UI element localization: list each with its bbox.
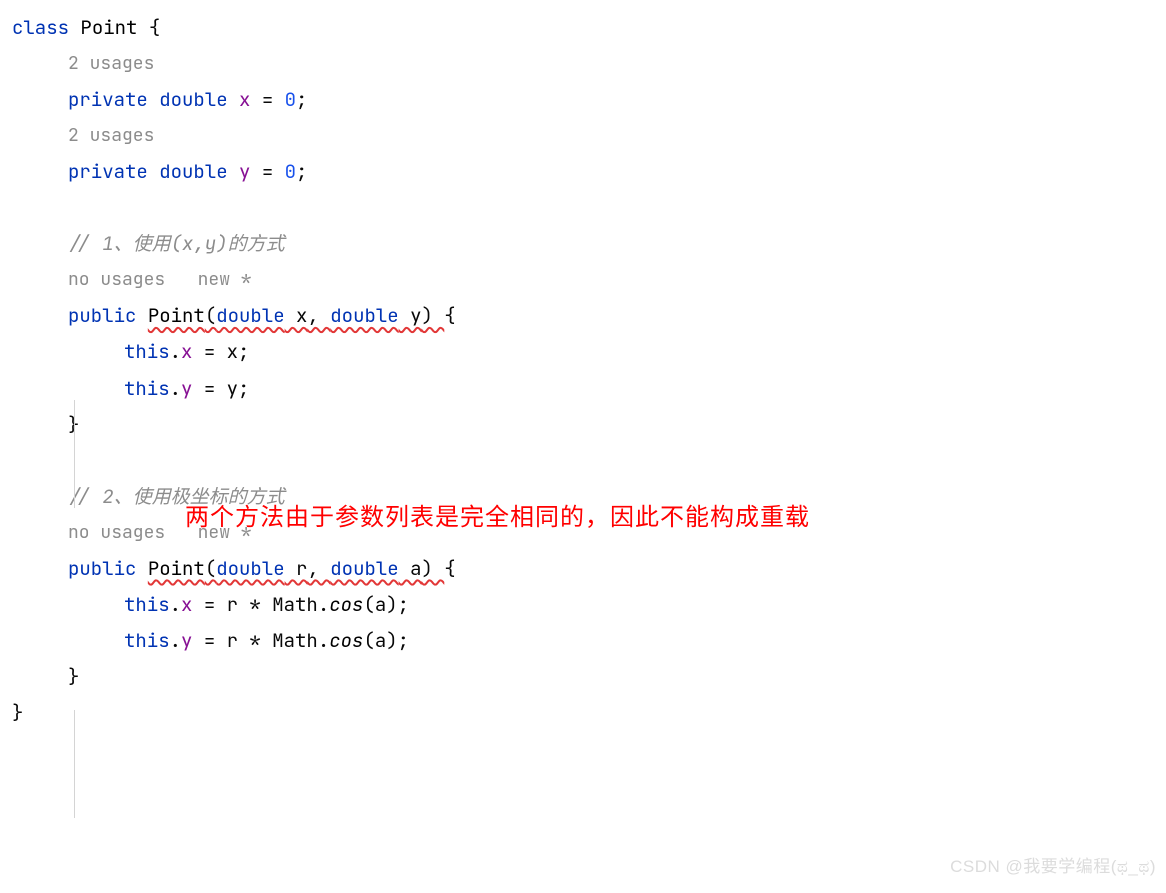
- number-literal: 0: [285, 154, 296, 190]
- inlay-hint-usages[interactable]: 2 usages: [12, 118, 1166, 154]
- param-a: a: [399, 551, 422, 587]
- brace-open: {: [444, 298, 455, 334]
- comma: ,: [307, 551, 330, 587]
- paren-open: (: [205, 551, 216, 587]
- brace-close: }: [12, 659, 1166, 695]
- keyword-double: double: [216, 298, 284, 334]
- code-line-constructor-2: public Point(double r, double a) {: [12, 551, 1166, 587]
- comma: ,: [307, 298, 330, 334]
- keyword-double: double: [330, 298, 398, 334]
- field-name: x: [239, 82, 250, 118]
- code-line-assign-x: this.x = x;: [12, 334, 1166, 370]
- inlay-hint-no-usages[interactable]: no usages new *: [12, 262, 1166, 298]
- class-name: Point: [69, 10, 149, 46]
- field-name: y: [239, 154, 250, 190]
- code-line-constructor-1: public Point(double x, double y) {: [12, 298, 1166, 334]
- comment-line: // 1、使用(x,y)的方式: [12, 226, 1166, 262]
- annotation-overlay: 两个方法由于参数列表是完全相同的，因此不能构成重载: [185, 495, 810, 541]
- param-x: x: [285, 298, 308, 334]
- static-method-cos: cos: [329, 623, 363, 659]
- static-method-cos: cos: [329, 587, 363, 623]
- indent-guide: [74, 710, 75, 818]
- brace-open: {: [444, 551, 455, 587]
- keyword-private: private: [68, 82, 148, 118]
- blank-line: [12, 443, 1166, 479]
- keyword-this: this: [124, 587, 170, 623]
- keyword-public: public: [68, 551, 136, 587]
- keyword-public: public: [68, 298, 136, 334]
- blank-line: [12, 190, 1166, 226]
- code-line-field-y: private double y = 0;: [12, 154, 1166, 190]
- keyword-private: private: [68, 154, 148, 190]
- keyword-this: this: [124, 623, 170, 659]
- param-y: y: [399, 298, 422, 334]
- keyword-double: double: [159, 154, 227, 190]
- paren-open: (: [205, 298, 216, 334]
- inlay-hint-usages[interactable]: 2 usages: [12, 46, 1166, 82]
- code-line-assign-y-polar: this.y = r * Math.cos(a);: [12, 623, 1166, 659]
- keyword-double: double: [330, 551, 398, 587]
- keyword-double: double: [216, 551, 284, 587]
- field-ref: y: [181, 371, 192, 407]
- keyword-this: this: [124, 334, 170, 370]
- field-ref: x: [181, 587, 192, 623]
- indent-guide: [74, 400, 75, 508]
- brace-close-class: }: [12, 695, 1166, 731]
- code-line-field-x: private double x = 0;: [12, 82, 1166, 118]
- watermark: CSDN @我要学编程(ಥ_ಥ): [950, 851, 1156, 883]
- paren-close: ): [421, 551, 444, 587]
- keyword-double: double: [159, 82, 227, 118]
- keyword-class: class: [12, 10, 69, 46]
- paren-close: ): [421, 298, 444, 334]
- number-literal: 0: [285, 82, 296, 118]
- field-ref: y: [181, 623, 192, 659]
- param-r: r: [285, 551, 308, 587]
- brace-open: {: [149, 10, 160, 46]
- constructor-name-error: Point: [148, 298, 205, 334]
- code-line-assign-y: this.y = y;: [12, 371, 1166, 407]
- constructor-name-error: Point: [148, 551, 205, 587]
- code-line-class-decl: class Point {: [12, 10, 1166, 46]
- keyword-this: this: [124, 371, 170, 407]
- field-ref: x: [181, 334, 192, 370]
- brace-close: }: [12, 407, 1166, 443]
- code-line-assign-x-polar: this.x = r * Math.cos(a);: [12, 587, 1166, 623]
